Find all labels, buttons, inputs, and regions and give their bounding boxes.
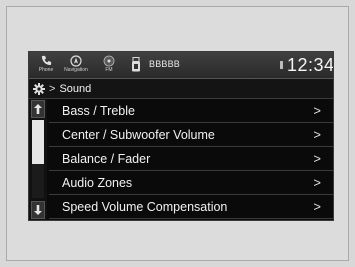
status-bar: Phone Navigation FM BBBBB 12:34 (29, 52, 333, 79)
usb-icon (131, 57, 141, 77)
menu-item-balance-fader[interactable]: Balance / Fader > (49, 147, 333, 171)
scroll-thumb[interactable] (32, 120, 44, 164)
audio-source-name: BBBBB (149, 59, 181, 69)
list-item-label: Speed Volume Compensation (62, 200, 228, 214)
phone-icon (41, 54, 52, 67)
navigation-label: Navigation (64, 67, 88, 73)
phone-label: Phone (38, 67, 54, 73)
navigation-icon (70, 54, 82, 67)
sound-menu-list: Bass / Treble > Center / Subwoofer Volum… (49, 99, 333, 219)
scroll-up-icon (34, 104, 42, 114)
chevron-right-icon: > (313, 151, 321, 166)
list-item-label: Bass / Treble (62, 104, 135, 118)
scroll-track[interactable] (32, 120, 44, 198)
navigation-button[interactable]: Navigation (61, 54, 91, 76)
gear-icon[interactable] (33, 82, 45, 95)
menu-item-audio-zones[interactable]: Audio Zones > (49, 171, 333, 195)
phone-button[interactable]: Phone (35, 54, 57, 76)
signal-indicator (280, 61, 283, 69)
scrollbar[interactable] (29, 99, 47, 220)
scroll-down-icon (34, 205, 42, 215)
breadcrumb: > Sound (29, 79, 333, 99)
fm-icon (103, 54, 115, 67)
chevron-right-icon: > (313, 127, 321, 142)
menu-item-speed-volume-compensation[interactable]: Speed Volume Compensation > (49, 195, 333, 219)
scroll-up-button[interactable] (31, 100, 45, 118)
scroll-down-button[interactable] (31, 201, 45, 219)
fm-label: FM (105, 67, 113, 73)
menu-item-center-subwoofer-volume[interactable]: Center / Subwoofer Volume > (49, 123, 333, 147)
infotainment-screen: Phone Navigation FM BBBBB 12:34 > Sound … (28, 51, 334, 221)
chevron-right-icon: > (313, 103, 321, 118)
breadcrumb-separator: > (49, 82, 56, 95)
chevron-right-icon: > (313, 199, 321, 214)
fm-button[interactable]: FM (99, 54, 119, 76)
menu-item-bass-treble[interactable]: Bass / Treble > (49, 99, 333, 123)
clock: 12:34 (287, 55, 334, 75)
page-title: Sound (59, 82, 92, 95)
chevron-right-icon: > (313, 175, 321, 190)
list-item-label: Balance / Fader (62, 152, 151, 166)
list-item-label: Audio Zones (62, 176, 133, 190)
list-item-label: Center / Subwoofer Volume (62, 128, 215, 142)
